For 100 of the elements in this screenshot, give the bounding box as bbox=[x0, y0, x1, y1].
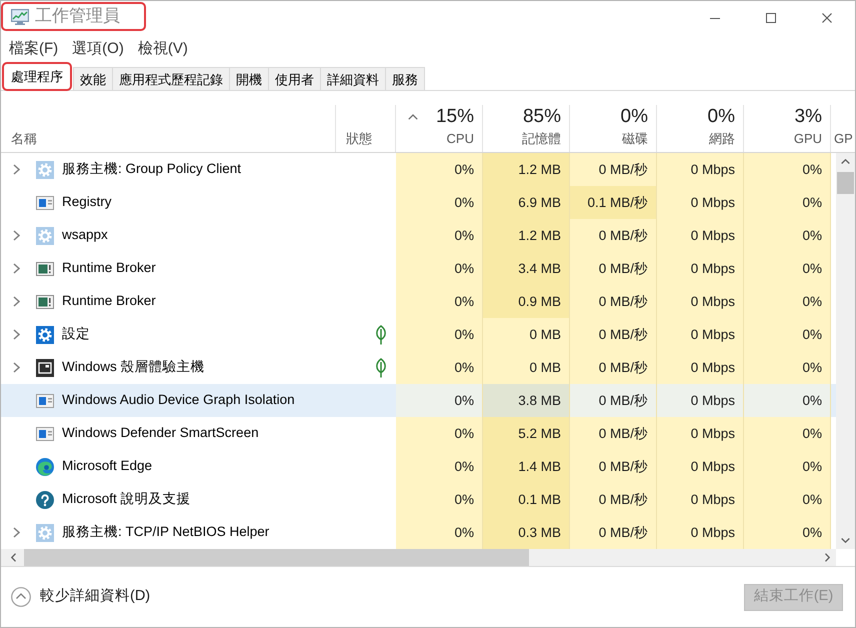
window-icon bbox=[36, 292, 54, 310]
scroll-left-icon[interactable] bbox=[11, 553, 16, 562]
table-cell: 0 MB/秒 bbox=[570, 483, 657, 516]
column-usage: 85% bbox=[522, 106, 561, 128]
vertical-scrollbar[interactable] bbox=[836, 153, 855, 549]
column-header[interactable]: 狀態 bbox=[346, 131, 372, 147]
process-name: Windows Defender SmartScreen bbox=[62, 425, 259, 442]
chevron-right-icon[interactable] bbox=[12, 362, 20, 373]
scrollbar-thumb[interactable] bbox=[24, 549, 529, 566]
menu-item[interactable]: 選項(O) bbox=[72, 40, 124, 58]
table-cell: 0% bbox=[744, 186, 831, 219]
table-cell: 0 MB/秒 bbox=[570, 318, 657, 351]
table-cell: 0 MB bbox=[483, 318, 570, 351]
process-row[interactable]: Registry 0% 6.9 MB 0.1 MB/秒 0 Mbps 0% bbox=[1, 186, 836, 219]
chevron-right-icon[interactable] bbox=[12, 230, 20, 241]
scroll-down-icon[interactable] bbox=[841, 538, 850, 543]
window-icon bbox=[36, 392, 54, 410]
tab[interactable]: 效能 bbox=[73, 67, 113, 90]
scrollbar-thumb[interactable] bbox=[837, 172, 854, 194]
column-header[interactable]: 磁碟 bbox=[622, 131, 648, 147]
tab[interactable]: 使用者 bbox=[268, 67, 321, 90]
chevron-right-icon[interactable] bbox=[12, 164, 20, 175]
table-cell: 0 Mbps bbox=[657, 252, 744, 285]
maximize-icon bbox=[766, 13, 776, 23]
gear-icon bbox=[36, 524, 54, 542]
chevron-up-circle-icon bbox=[11, 587, 31, 607]
table-cell: 0% bbox=[396, 417, 483, 450]
window-title: 工作管理員 bbox=[35, 6, 120, 27]
table-cell: 0 MB/秒 bbox=[570, 384, 657, 417]
process-row[interactable]: 設定 0% 0 MB 0 MB/秒 0 Mbps 0% bbox=[1, 318, 836, 351]
table-cell: 5.2 MB bbox=[483, 417, 570, 450]
column-usage: 15% bbox=[436, 106, 474, 128]
table-cell: 0% bbox=[396, 186, 483, 219]
table-cell: 0.3 MB bbox=[483, 516, 570, 549]
table-cell: 0% bbox=[744, 516, 831, 549]
window-icon bbox=[36, 194, 54, 212]
process-row[interactable]: Microsoft 說明及支援 0% 0.1 MB 0 MB/秒 0 Mbps 0% bbox=[1, 483, 836, 516]
swirl-icon bbox=[36, 458, 54, 476]
process-row[interactable]: 服務主機: TCP/IP NetBIOS Helper 0% 0.3 MB 0 MB/秒 0 Mbps 0% bbox=[1, 516, 836, 549]
table-cell: 0.1 MB bbox=[483, 483, 570, 516]
table-cell: 0% bbox=[744, 252, 831, 285]
table-cell: 0% bbox=[396, 384, 483, 417]
table-cell: 0 Mbps bbox=[657, 417, 744, 450]
process-name: Runtime Broker bbox=[62, 260, 156, 277]
process-row[interactable]: Runtime Broker 0% 0.9 MB 0 MB/秒 0 Mbps 0% bbox=[1, 285, 836, 318]
help-icon bbox=[36, 490, 54, 508]
process-row[interactable]: 服務主機: Group Policy Client 0% 1.2 MB 0 MB/秒 0 Mbps 0% bbox=[1, 153, 836, 186]
process-name: Windows Audio Device Graph Isolation bbox=[62, 392, 295, 409]
column-header[interactable]: 記憶體 bbox=[522, 131, 561, 147]
column-header[interactable]: 網路 bbox=[709, 131, 735, 147]
table-cell: 1.4 MB bbox=[483, 450, 570, 483]
close-icon bbox=[822, 13, 832, 23]
chevron-right-icon[interactable] bbox=[12, 329, 20, 340]
process-name: Microsoft 說明及支援 bbox=[62, 491, 191, 508]
process-row[interactable]: Windows Audio Device Graph Isolation 0% 3.8 MB 0 MB/秒 0 Mbps 0% bbox=[1, 384, 836, 417]
table-cell: 0% bbox=[744, 384, 831, 417]
process-name: 設定 bbox=[62, 326, 90, 343]
process-row[interactable]: Windows 殼層體驗主機 0% 0 MB 0 MB/秒 0 Mbps 0% bbox=[1, 351, 836, 384]
process-name: wsappx bbox=[62, 227, 108, 244]
table-cell: 0 MB/秒 bbox=[570, 516, 657, 549]
table-cell: 0 Mbps bbox=[657, 285, 744, 318]
scroll-up-icon[interactable] bbox=[841, 159, 850, 164]
chevron-right-icon[interactable] bbox=[12, 527, 20, 538]
table-cell: 0 Mbps bbox=[657, 318, 744, 351]
window-icon bbox=[36, 358, 54, 376]
table-cell: 0% bbox=[396, 153, 483, 186]
table-cell: 0% bbox=[396, 252, 483, 285]
fewer-details-button[interactable]: 較少詳細資料(D) bbox=[11, 587, 150, 607]
table-cell: 0% bbox=[396, 318, 483, 351]
menu-item[interactable]: 檔案(F) bbox=[9, 40, 58, 58]
table-cell: 0 MB bbox=[483, 351, 570, 384]
process-row[interactable]: Microsoft Edge 0% 1.4 MB 0 MB/秒 0 Mbps 0% bbox=[1, 450, 836, 483]
horizontal-scrollbar[interactable] bbox=[1, 549, 836, 566]
tab[interactable]: 應用程式歷程記錄 bbox=[112, 67, 230, 90]
tab[interactable]: 處理程序 bbox=[2, 62, 72, 91]
process-row[interactable]: Runtime Broker 0% 3.4 MB 0 MB/秒 0 Mbps 0% bbox=[1, 252, 836, 285]
tab[interactable]: 詳細資料 bbox=[320, 67, 386, 90]
chevron-right-icon[interactable] bbox=[12, 263, 20, 274]
table-cell: 0% bbox=[744, 483, 831, 516]
menu-item[interactable]: 檢視(V) bbox=[138, 40, 188, 58]
table-cell: 0 MB/秒 bbox=[570, 417, 657, 450]
column-header[interactable]: GPU bbox=[794, 131, 822, 147]
tab[interactable]: 服務 bbox=[385, 67, 425, 90]
process-row[interactable]: wsappx 0% 1.2 MB 0 MB/秒 0 Mbps 0% bbox=[1, 219, 836, 252]
tab[interactable]: 開機 bbox=[229, 67, 269, 90]
table-cell: 0 MB/秒 bbox=[570, 450, 657, 483]
process-name: 服務主機: Group Policy Client bbox=[62, 161, 242, 178]
scroll-right-icon[interactable] bbox=[825, 553, 830, 562]
gear-icon bbox=[36, 226, 54, 244]
column-header[interactable]: CPU bbox=[446, 131, 474, 147]
table-cell: 3.4 MB bbox=[483, 252, 570, 285]
process-name: 服務主機: TCP/IP NetBIOS Helper bbox=[62, 524, 270, 541]
gear-icon bbox=[36, 160, 54, 178]
column-header[interactable]: 名稱 bbox=[11, 131, 37, 147]
monitor-chart-icon bbox=[11, 8, 29, 24]
process-row[interactable]: Windows Defender SmartScreen 0% 5.2 MB 0 MB/秒 0 Mbps 0% bbox=[1, 417, 836, 450]
column-usage: 3% bbox=[794, 106, 822, 128]
chevron-right-icon[interactable] bbox=[12, 296, 20, 307]
table-cell: 0 MB/秒 bbox=[570, 219, 657, 252]
column-header[interactable]: GP bbox=[834, 131, 853, 147]
